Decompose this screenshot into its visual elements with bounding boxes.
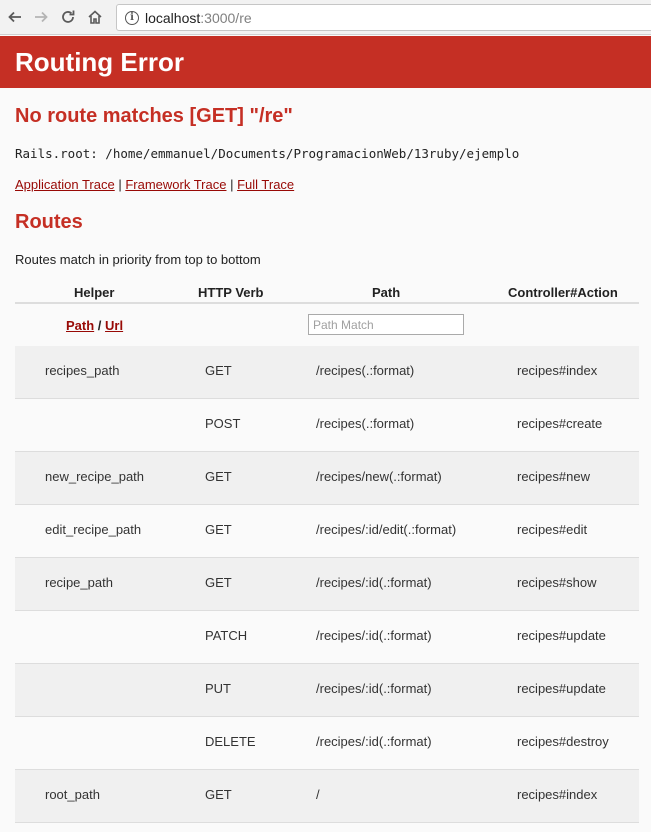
route-verb: PUT [205, 681, 231, 696]
reload-icon [62, 10, 75, 23]
routes-table-body: recipes_path GET /recipes(.:format) reci… [15, 346, 639, 823]
route-helper: recipes_path [45, 363, 120, 378]
error-message: No route matches [GET] "/re" [15, 105, 293, 127]
route-action: recipes#new [517, 469, 590, 484]
address-bar[interactable]: i localhost:3000/re [116, 4, 651, 31]
table-row: POST /recipes(.:format) recipes#create [15, 399, 639, 452]
page-title: Routing Error [15, 47, 184, 77]
route-path: /recipes(.:format) [316, 363, 415, 378]
url-path: :3000/re [200, 9, 252, 26]
path-link[interactable]: Path [66, 318, 94, 333]
route-helper: new_recipe_path [45, 469, 145, 484]
route-verb: GET [205, 363, 232, 378]
route-helper: recipe_path [45, 575, 113, 590]
reload-button[interactable] [57, 6, 79, 28]
table-row: edit_recipe_path GET /recipes/:id/edit(.… [15, 505, 639, 558]
route-verb: POST [205, 416, 241, 431]
route-verb: GET [205, 575, 232, 590]
route-action: recipes#show [517, 575, 597, 590]
route-action: recipes#index [517, 363, 598, 378]
url-host: localhost [145, 9, 201, 26]
route-action: recipes#update [517, 681, 606, 696]
route-path: /recipes/:id(.:format) [316, 681, 432, 696]
route-path: /recipes(.:format) [316, 416, 415, 431]
table-row: new_recipe_path GET /recipes/new(.:forma… [15, 452, 639, 505]
application-trace-link[interactable]: Application Trace [15, 177, 115, 192]
arrow-left-icon [8, 11, 21, 23]
back-button[interactable] [4, 6, 26, 28]
route-action: recipes#edit [517, 522, 588, 537]
header-http-verb: HTTP Verb [198, 285, 264, 300]
framework-trace-link[interactable]: Framework Trace [125, 177, 226, 192]
path-match-input[interactable] [308, 314, 464, 335]
route-verb: GET [205, 469, 232, 484]
info-icon[interactable]: i [125, 10, 139, 25]
header-helper: Helper [74, 285, 115, 300]
route-path: / [316, 787, 320, 802]
full-trace-link[interactable]: Full Trace [237, 177, 294, 192]
rails-root: Rails.root: /home/emmanuel/Documents/Pro… [15, 146, 520, 161]
path-url-separator: / [97, 318, 102, 333]
route-path: /recipes/:id(.:format) [316, 628, 432, 643]
route-action: recipes#destroy [517, 734, 609, 749]
route-path: /recipes/:id(.:format) [316, 575, 432, 590]
arrow-right-icon [35, 11, 48, 23]
route-verb: DELETE [205, 734, 256, 749]
route-verb: PATCH [205, 628, 248, 643]
route-path: /recipes/:id(.:format) [316, 734, 432, 749]
route-helper: root_path [45, 787, 100, 802]
home-button[interactable] [84, 6, 106, 28]
header-controller-action: Controller#Action [508, 285, 618, 300]
error-banner: Routing Error [0, 36, 651, 88]
routes-filter-row: Path / Url [15, 306, 639, 346]
route-action: recipes#update [517, 628, 606, 643]
routes-description: Routes match in priority from top to bot… [15, 252, 261, 267]
table-row: recipe_path GET /recipes/:id(.:format) r… [15, 558, 639, 611]
route-path: /recipes/:id/edit(.:format) [316, 522, 457, 537]
route-helper: edit_recipe_path [45, 522, 142, 537]
route-path: /recipes/new(.:format) [316, 469, 442, 484]
routes-table-header: Helper HTTP Verb Path Controller#Action [15, 278, 639, 304]
path-url-toggle: Path / Url [66, 318, 123, 333]
trace-links: Application Trace | Framework Trace | Fu… [15, 177, 295, 192]
route-action: recipes#index [517, 787, 598, 802]
table-row: PUT /recipes/:id(.:format) recipes#updat… [15, 664, 639, 717]
header-path: Path [372, 285, 401, 300]
browser-toolbar: i localhost:3000/re [0, 0, 651, 35]
route-verb: GET [205, 787, 232, 802]
table-row: DELETE /recipes/:id(.:format) recipes#de… [15, 717, 639, 770]
url-link[interactable]: Url [105, 318, 123, 333]
route-verb: GET [205, 522, 232, 537]
routes-heading: Routes [15, 211, 83, 233]
table-row: recipes_path GET /recipes(.:format) reci… [15, 346, 639, 399]
route-action: recipes#create [517, 416, 603, 431]
forward-button[interactable] [30, 6, 52, 28]
table-row: PATCH /recipes/:id(.:format) recipes#upd… [15, 611, 639, 664]
home-icon [88, 10, 102, 24]
table-row: root_path GET / recipes#index [15, 770, 639, 823]
